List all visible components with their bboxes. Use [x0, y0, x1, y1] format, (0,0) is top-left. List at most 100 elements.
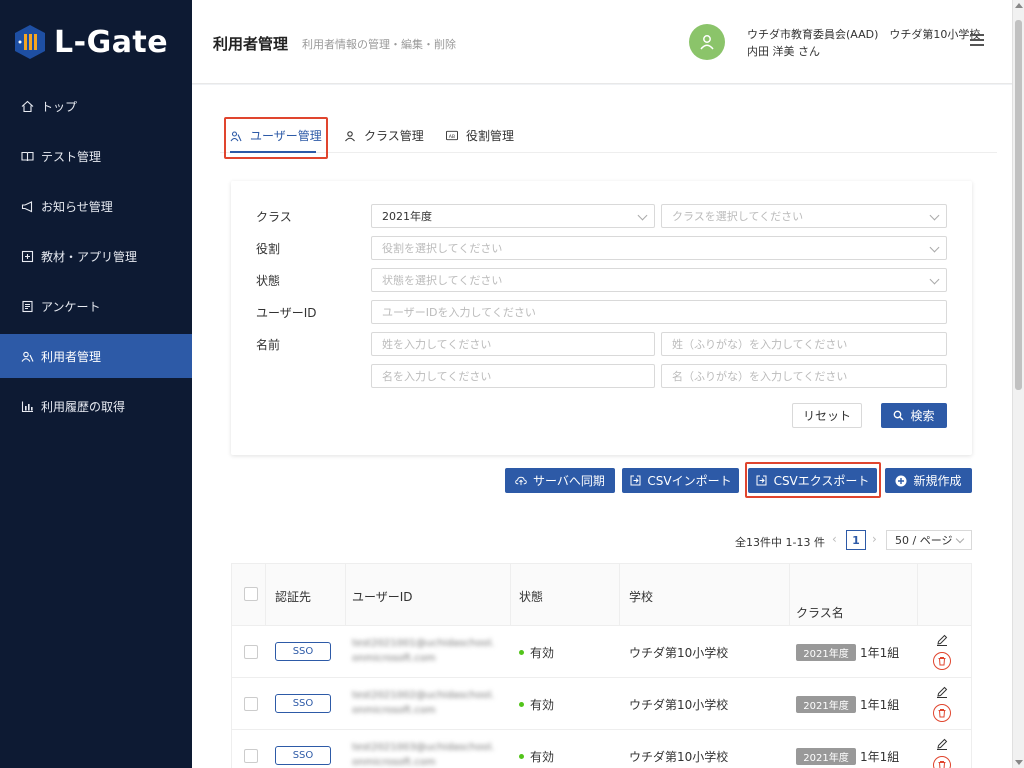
- column-divider: [789, 564, 790, 627]
- year-tag: 2021年度: [796, 748, 856, 765]
- status-text: 有効: [530, 646, 555, 660]
- table-row[interactable]: SSO test2021001@uchidaschool. onmicrosoft…: [231, 626, 972, 678]
- sidebar-item-survey[interactable]: アンケート: [0, 284, 192, 328]
- delete-trash-icon[interactable]: [933, 652, 951, 670]
- input-placeholder: 名を入力してください: [382, 370, 492, 383]
- chevron-down-icon: [929, 274, 940, 285]
- search-button[interactable]: 検索: [881, 403, 947, 428]
- reset-button[interactable]: リセット: [792, 403, 862, 428]
- column-header-userid[interactable]: ユーザーID: [352, 588, 413, 605]
- bar-chart-icon: [20, 399, 34, 413]
- table-row[interactable]: SSO test2021002@uchidaschool. onmicrosoft…: [231, 678, 972, 730]
- button-label: CSVエクスポート: [773, 474, 870, 488]
- status-text: 有効: [530, 698, 555, 712]
- edit-pencil-icon[interactable]: [935, 685, 949, 699]
- button-label: サーバへ同期: [533, 474, 605, 488]
- hamburger-menu-icon[interactable]: [970, 33, 984, 47]
- scroll-down-arrow-icon[interactable]: [1015, 760, 1023, 765]
- sidebar-item-test[interactable]: テスト管理: [0, 134, 192, 178]
- status-dot: [519, 650, 524, 655]
- sidebar-item-history[interactable]: 利用履歴の取得: [0, 384, 192, 428]
- page-size-select[interactable]: 50 / ページ: [886, 530, 972, 550]
- plus-square-icon: [20, 249, 34, 263]
- button-label: 検索: [910, 409, 935, 423]
- main-content: ユーザー管理 クラス管理 AB 役割管理 クラス 2021年度 クラスを選択して…: [192, 85, 1012, 768]
- column-header-status[interactable]: 状態: [519, 588, 543, 605]
- sidebar-item-label: トップ: [41, 99, 78, 114]
- tab-class-management[interactable]: クラス管理: [344, 127, 424, 144]
- plus-circle-icon: [895, 475, 907, 487]
- pagination-next-icon[interactable]: ›: [872, 532, 877, 546]
- column-divider: [345, 564, 346, 627]
- logo[interactable]: L-Gate: [0, 0, 192, 84]
- sidebar-item-label: 利用者管理: [41, 349, 102, 364]
- year-tag: 2021年度: [796, 696, 856, 713]
- pagination-prev-icon[interactable]: ‹: [832, 532, 837, 546]
- tab-bar: ユーザー管理 クラス管理 AB 役割管理: [220, 115, 997, 153]
- column-header-auth[interactable]: 認証先: [275, 588, 311, 605]
- csv-export-button[interactable]: CSVエクスポート: [748, 468, 877, 493]
- sidebar-item-users[interactable]: 利用者管理: [0, 334, 192, 378]
- first-name-kana-input[interactable]: 名（ふりがな）を入力してください: [661, 364, 947, 388]
- row-checkbox[interactable]: [244, 645, 258, 659]
- input-placeholder: 名（ふりがな）を入力してください: [672, 370, 848, 383]
- class-select[interactable]: クラスを選択してください: [661, 204, 947, 228]
- class-text: 1年1組: [860, 646, 900, 660]
- delete-trash-icon[interactable]: [933, 704, 951, 722]
- row-checkbox[interactable]: [244, 697, 258, 711]
- user-id-text: test2021003@uchidaschool. onmicrosoft.com: [352, 740, 494, 768]
- pagination-page-1[interactable]: 1: [846, 530, 866, 550]
- sidebar-item-label: 教材・アプリ管理: [41, 249, 138, 264]
- csv-import-button[interactable]: CSVインポート: [622, 468, 739, 493]
- pagination-total: 全13件中 1-13 件: [735, 536, 825, 549]
- last-name-input[interactable]: 姓を入力してください: [371, 332, 655, 356]
- tab-label: ユーザー管理: [250, 129, 322, 143]
- first-name-input[interactable]: 名を入力してください: [371, 364, 655, 388]
- edit-pencil-icon[interactable]: [935, 737, 949, 751]
- select-placeholder: 役割を選択してください: [382, 242, 503, 255]
- status-text: 有効: [530, 750, 555, 764]
- userid-input[interactable]: ユーザーIDを入力してください: [371, 300, 947, 324]
- cloud-upload-icon: [515, 475, 527, 487]
- users-icon: [20, 349, 34, 363]
- vertical-scrollbar[interactable]: [1012, 0, 1024, 768]
- status-dot: [519, 754, 524, 759]
- user-organization: ウチダ市教育委員会(AAD) ウチダ第10小学校: [747, 28, 981, 41]
- active-tab-indicator: [230, 151, 316, 153]
- sidebar-item-top[interactable]: トップ: [0, 84, 192, 128]
- page-header: 利用者管理 利用者情報の管理・編集・削除 ウチダ市教育委員会(AAD) ウチダ第…: [192, 0, 1012, 84]
- last-name-kana-input[interactable]: 姓（ふりがな）を入力してください: [661, 332, 947, 356]
- select-all-checkbox[interactable]: [244, 587, 258, 601]
- filter-label-class: クラス: [256, 210, 292, 224]
- user-id-text: test2021002@uchidaschool. onmicrosoft.com: [352, 688, 494, 718]
- new-user-button[interactable]: 新規作成: [885, 468, 972, 493]
- book-icon: [20, 149, 34, 163]
- role-select[interactable]: 役割を選択してください: [371, 236, 947, 260]
- sidebar-item-label: テスト管理: [41, 149, 102, 164]
- status-dot: [519, 702, 524, 707]
- megaphone-icon: [20, 199, 34, 213]
- input-placeholder: ユーザーIDを入力してください: [382, 306, 536, 319]
- status-select[interactable]: 状態を選択してください: [371, 268, 947, 292]
- chevron-down-icon: [637, 210, 648, 221]
- sidebar-item-materials[interactable]: 教材・アプリ管理: [0, 234, 192, 278]
- avatar[interactable]: [689, 24, 725, 60]
- column-header-class[interactable]: クラス名: [796, 604, 844, 621]
- filter-label-name: 名前: [256, 338, 281, 352]
- class-year-select[interactable]: 2021年度: [371, 204, 655, 228]
- column-header-school[interactable]: 学校: [629, 588, 653, 605]
- sidebar-item-notice[interactable]: お知らせ管理: [0, 184, 192, 228]
- edit-pencil-icon[interactable]: [935, 633, 949, 647]
- sync-server-button[interactable]: サーバへ同期: [505, 468, 615, 493]
- tab-role-management[interactable]: AB 役割管理: [446, 127, 514, 144]
- input-placeholder: 姓を入力してください: [382, 338, 492, 351]
- row-checkbox[interactable]: [244, 749, 258, 763]
- user-icon: [344, 130, 356, 142]
- button-label: 新規作成: [913, 474, 962, 488]
- table-row[interactable]: SSO test2021003@uchidaschool. onmicrosoft…: [231, 730, 972, 768]
- tab-user-management[interactable]: ユーザー管理: [230, 127, 322, 144]
- delete-trash-icon[interactable]: [933, 756, 951, 768]
- scroll-up-arrow-icon[interactable]: [1015, 3, 1023, 8]
- scrollbar-thumb[interactable]: [1015, 20, 1022, 390]
- school-text: ウチダ第10小学校: [629, 646, 729, 660]
